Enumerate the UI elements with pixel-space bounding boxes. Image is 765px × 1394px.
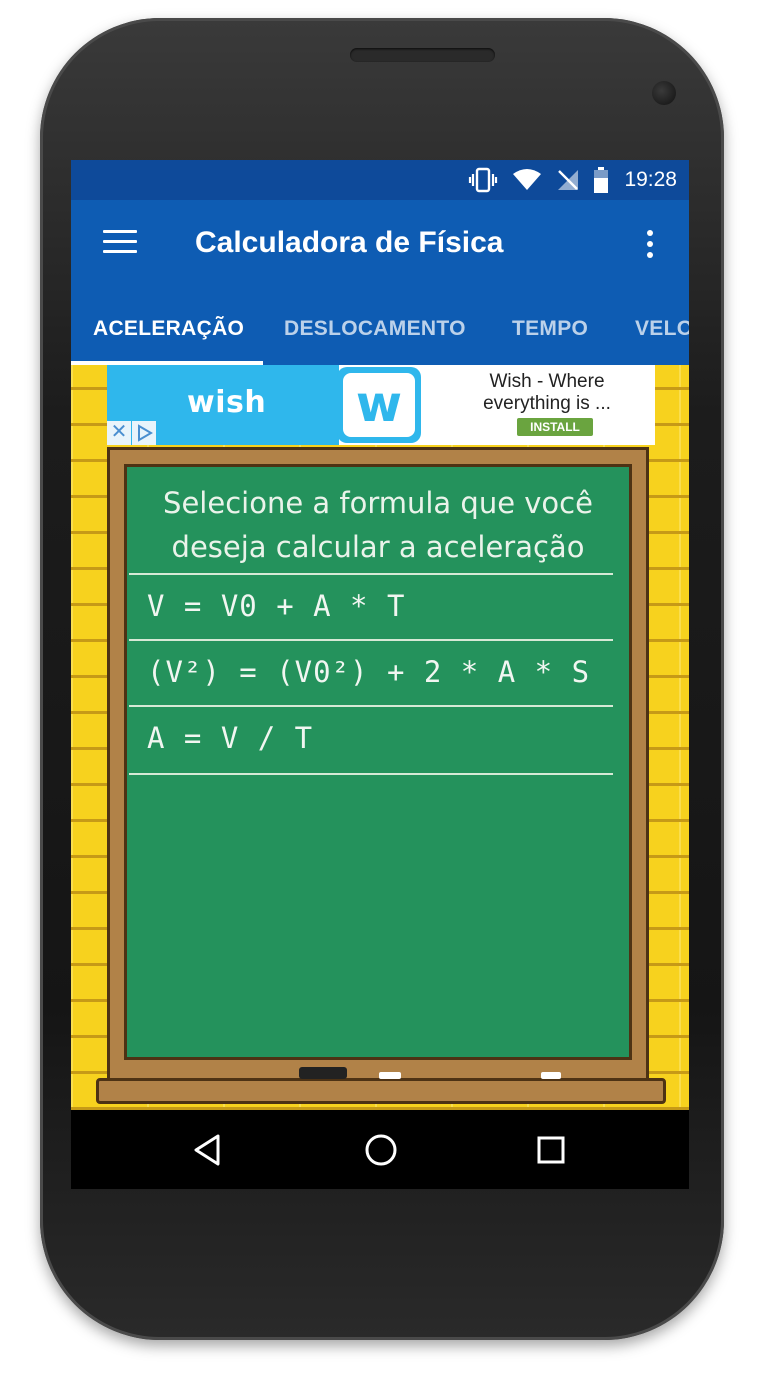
formula-option[interactable]: V = V0 + A * T [129,573,613,641]
home-icon[interactable] [361,1130,401,1170]
board-prompt: Selecione a formula que você deseja calc… [163,486,593,564]
screen: 19:28 Calculadora de Física ACELERAÇÃO D… [71,160,689,1189]
chalkboard: Selecione a formula que você deseja calc… [96,447,666,1104]
earpiece-speaker [350,48,495,62]
wifi-icon [513,169,542,190]
ad-app-logo[interactable]: w [337,367,421,443]
formula-text: (V²) = (V0²) + 2 * A * S [147,655,591,689]
app-bar: Calculadora de Física [71,200,689,290]
more-vert-icon[interactable] [643,230,657,260]
tab-velocidade[interactable]: VELO [635,317,689,341]
eraser [299,1067,347,1079]
status-time: 19:28 [624,168,677,191]
formula-text: V = V0 + A * T [147,589,406,623]
status-icons: 19:28 [468,160,677,200]
tab-deslocamento[interactable]: DESLOCAMENTO [284,317,466,341]
formula-option[interactable]: (V²) = (V0²) + 2 * A * S [129,639,613,707]
tab-bar: ACELERAÇÃO DESLOCAMENTO TEMPO VELO [71,290,689,365]
chalk-ledge [96,1067,666,1104]
tab-aceleracao[interactable]: ACELERAÇÃO [93,317,244,341]
chalk-piece [541,1072,561,1079]
ad-banner[interactable]: wish w Wish - Where everything is ... IN… [107,365,655,445]
ad-headline: Wish - Where everything is ... [483,371,611,414]
tab-tempo[interactable]: TEMPO [512,317,588,341]
battery-icon [594,167,609,193]
recents-icon[interactable] [531,1130,571,1170]
formula-text: A = V / T [147,721,314,755]
chalk-piece [379,1072,401,1079]
back-icon[interactable] [188,1130,228,1170]
ad-choices-icon[interactable] [132,421,156,445]
content-area: wish w Wish - Where everything is ... IN… [71,365,689,1110]
ad-close-icon[interactable]: ✕ [107,421,131,445]
vibrate-icon [469,167,498,193]
ad-brand-wordmark: wish [187,385,267,420]
front-camera [652,81,676,105]
no-signal-icon [558,170,579,190]
app-title: Calculadora de Física [195,226,504,259]
chalkboard-surface: Selecione a formula que você deseja calc… [124,464,632,1060]
formula-option[interactable]: A = V / T [129,705,613,775]
ad-install-button[interactable]: INSTALL [517,418,593,436]
wish-logo-icon: w [343,373,415,437]
navigation-bar [71,1110,689,1189]
status-bar: 19:28 [71,160,689,200]
hamburger-menu-icon[interactable] [103,230,137,258]
